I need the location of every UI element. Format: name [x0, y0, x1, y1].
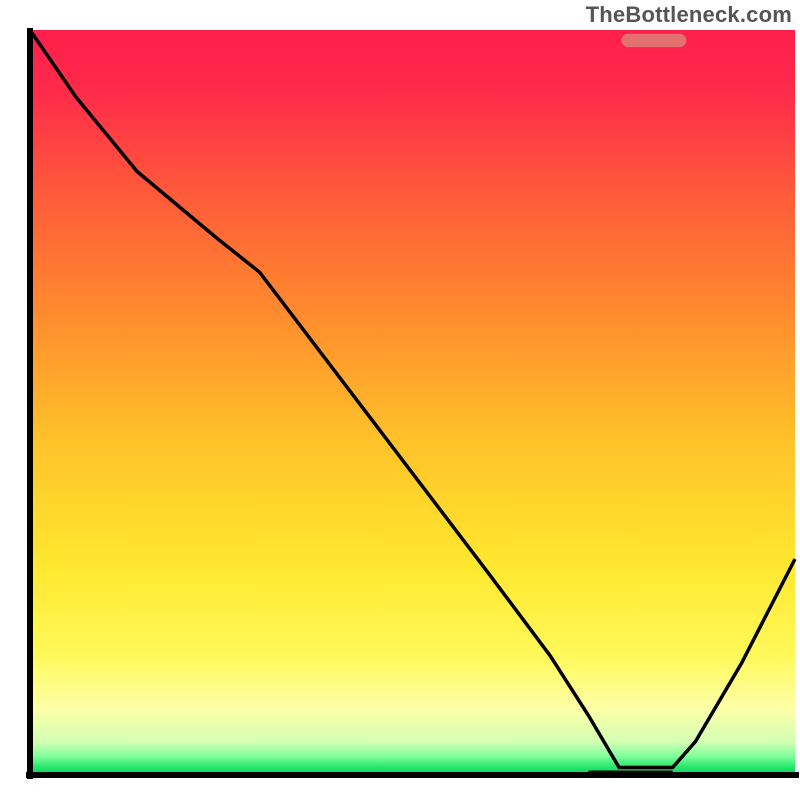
- watermark-text: TheBottleneck.com: [586, 2, 792, 28]
- plot-background: [30, 30, 795, 775]
- chart-container: TheBottleneck.com: [0, 0, 800, 800]
- optimal-marker: [621, 34, 686, 47]
- chart-svg: [0, 0, 800, 800]
